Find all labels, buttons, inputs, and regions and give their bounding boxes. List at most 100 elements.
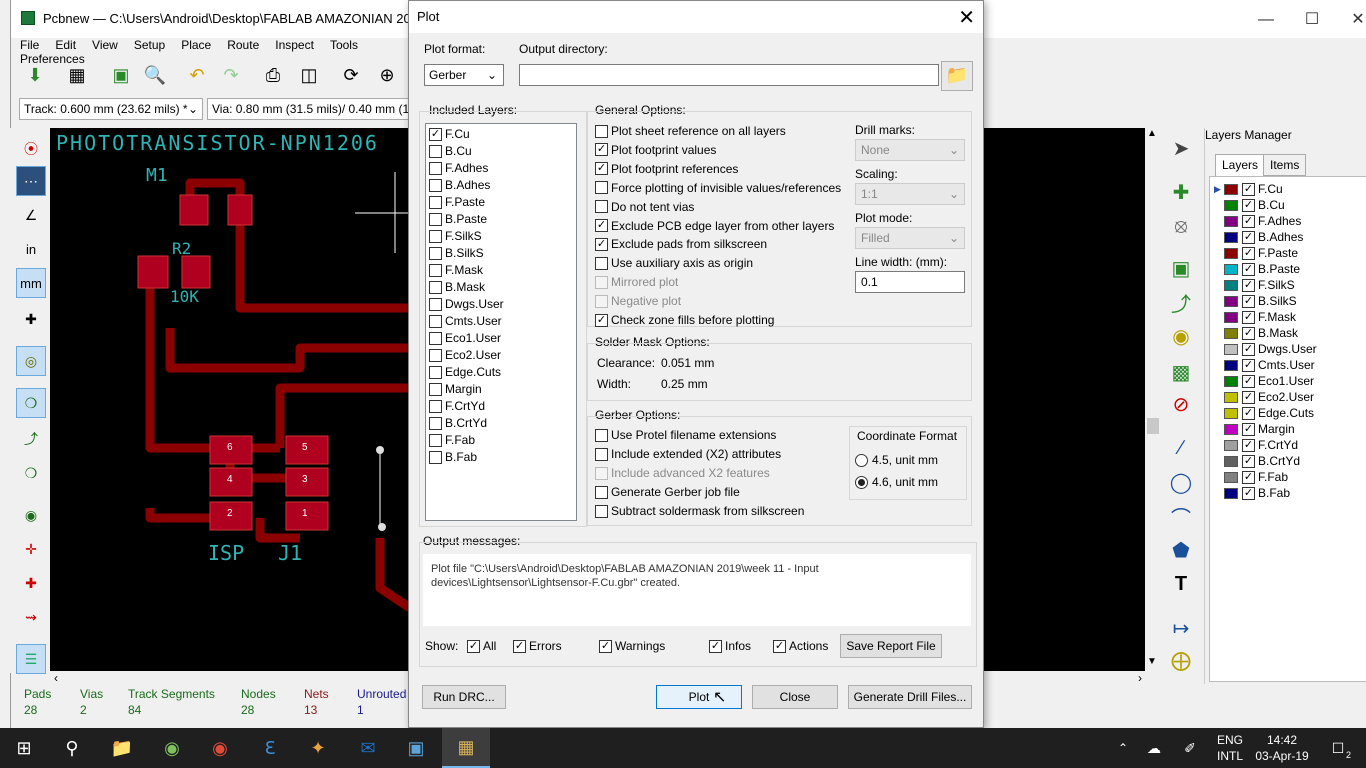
checkbox-checked[interactable]: ✓ [513, 639, 526, 653]
included-layer-item[interactable]: Eco2.User [429, 348, 501, 362]
place-origin-icon[interactable]: ⨁ [1165, 644, 1197, 676]
checkbox[interactable] [429, 450, 442, 464]
select-arrow-icon[interactable]: ➤ [1165, 132, 1197, 164]
close-icon[interactable]: ✕ [958, 5, 975, 30]
globe-app-icon[interactable]: ◉ [148, 728, 196, 768]
included-layer-item[interactable]: B.Fab [429, 450, 477, 464]
tab-layers[interactable]: Layers [1215, 154, 1266, 176]
menu-inspect[interactable]: Inspect [275, 38, 314, 52]
highcontrast-icon[interactable]: ✚ [16, 568, 46, 598]
show-ratsnest-icon[interactable]: ◎ [16, 346, 46, 376]
general-option[interactable]: Use auxiliary axis as origin [595, 256, 753, 270]
checkbox[interactable] [429, 297, 442, 311]
chrome-icon[interactable]: ◉ [196, 728, 244, 768]
checkbox-checked[interactable]: ✓ [429, 127, 442, 141]
layer-color-swatch[interactable] [1224, 455, 1238, 467]
checkbox-checked[interactable]: ✓ [773, 639, 786, 653]
general-option[interactable]: Plot sheet reference on all layers [595, 124, 786, 138]
plot-mode-select[interactable]: Filled ⌄ [855, 227, 965, 249]
local-ratsnest-icon[interactable]: ⦻ [1165, 210, 1197, 242]
save-board-icon[interactable]: ⬇ [21, 61, 49, 89]
layer-color-swatch[interactable] [1224, 231, 1238, 243]
included-layer-item[interactable]: B.Paste [429, 212, 487, 226]
checkbox[interactable] [429, 433, 442, 447]
included-layer-item[interactable]: ✓ F.Cu [429, 127, 470, 141]
checkbox[interactable] [595, 256, 608, 270]
checkbox[interactable] [429, 212, 442, 226]
vertical-scrollbar[interactable]: ▲ ▼ [1146, 128, 1160, 671]
show-vias-icon[interactable]: ❍ [16, 458, 46, 488]
menu-tools[interactable]: Tools [330, 38, 358, 52]
outlook-icon[interactable]: ✉ [344, 728, 392, 768]
checkbox-checked[interactable]: ✓ [1242, 486, 1255, 500]
checkbox[interactable] [429, 246, 442, 260]
checkbox[interactable] [429, 195, 442, 209]
layer-color-swatch[interactable] [1224, 439, 1238, 451]
general-option[interactable]: Force plotting of invisible values/refer… [595, 181, 841, 195]
layer-color-swatch[interactable] [1224, 247, 1238, 259]
checkbox[interactable] [429, 348, 442, 362]
layer-color-swatch[interactable] [1224, 199, 1238, 211]
via-size-select[interactable]: Via: 0.80 mm (31.5 mils)/ 0.40 mm (15 [207, 98, 419, 120]
file-explorer-icon[interactable]: 📁 [98, 728, 146, 768]
checkbox[interactable] [429, 314, 442, 328]
add-via-icon[interactable]: ◉ [1165, 320, 1197, 352]
menu-file[interactable]: File [20, 38, 39, 52]
checkbox[interactable] [429, 263, 442, 277]
checkbox-checked[interactable]: ✓ [1242, 326, 1255, 340]
gerber-option[interactable]: Include extended (X2) attributes [595, 447, 781, 461]
checkbox-checked[interactable]: ✓ [1242, 278, 1255, 292]
pen-icon[interactable]: ✐ [1170, 728, 1210, 768]
included-layer-item[interactable]: F.SilkS [429, 229, 482, 243]
plot-button[interactable]: Plot [656, 685, 742, 709]
checkbox-checked[interactable]: ✓ [1242, 406, 1255, 420]
layer-color-swatch[interactable] [1224, 487, 1238, 499]
output-directory-input[interactable] [519, 64, 939, 86]
checkbox[interactable] [429, 161, 442, 175]
radio-selected[interactable] [855, 475, 868, 489]
checkbox[interactable] [595, 466, 608, 480]
included-layer-item[interactable]: B.Adhes [429, 178, 490, 192]
gerber-option[interactable]: Subtract soldermask from silkscreen [595, 504, 804, 518]
show-pads-sketch-icon[interactable]: ❍ [16, 388, 46, 418]
layer-row[interactable]: ✓ B.CrtYd [1214, 453, 1300, 469]
add-dimension-icon[interactable]: ↦ [1165, 612, 1197, 644]
checkbox[interactable] [595, 124, 608, 138]
layer-row[interactable]: ✓ Edge.Cuts [1214, 405, 1314, 421]
checkbox[interactable] [595, 275, 608, 289]
checkbox-checked[interactable]: ✓ [595, 219, 608, 232]
general-option[interactable]: ✓ Exclude PCB edge layer from other layer… [595, 219, 834, 233]
checkbox-checked[interactable]: ✓ [1242, 294, 1255, 308]
layer-row[interactable]: ✓ B.Adhes [1214, 229, 1303, 245]
checkbox-checked[interactable]: ✓ [1242, 374, 1255, 388]
zoom-in-icon[interactable]: ⊕ [373, 61, 401, 89]
checkbox[interactable] [595, 485, 608, 499]
scaling-select[interactable]: 1:1 ⌄ [855, 183, 965, 205]
drc-off-icon[interactable]: ⦿ [16, 134, 46, 164]
included-layer-item[interactable]: F.Mask [429, 263, 483, 277]
checkbox-checked[interactable]: ✓ [1242, 246, 1255, 260]
search-icon[interactable]: ⚲ [48, 728, 96, 768]
polar-coords-icon[interactable]: ∠ [16, 200, 46, 230]
line-width-input[interactable]: 0.1 [855, 271, 965, 293]
menu-view[interactable]: View [92, 38, 118, 52]
checkbox[interactable] [429, 382, 442, 396]
highlight-net-icon[interactable]: ✚ [1165, 176, 1197, 208]
checkbox-checked[interactable]: ✓ [595, 237, 608, 251]
included-layer-item[interactable]: Eco1.User [429, 331, 501, 345]
track-width-select[interactable]: Track: 0.600 mm (23.62 mils) * ⌄ [19, 98, 203, 120]
layer-row[interactable]: ✓ F.Mask [1214, 309, 1296, 325]
kicad-taskbar-icon[interactable]: ▦ [442, 728, 490, 768]
coordinate-format-radio[interactable]: 4.6, unit mm [855, 475, 938, 489]
show-filter-errors[interactable]: ✓ Errors [513, 639, 562, 653]
layer-row[interactable]: ✓ Cmts.User [1214, 357, 1315, 373]
checkbox-checked[interactable]: ✓ [1242, 438, 1255, 452]
checkbox-checked[interactable]: ✓ [1242, 422, 1255, 436]
redo-icon[interactable]: ↷ [217, 61, 245, 89]
layer-color-swatch[interactable] [1224, 375, 1238, 387]
checkbox-checked[interactable]: ✓ [467, 639, 480, 653]
show-filter-warnings[interactable]: ✓ Warnings [599, 639, 665, 653]
tab-items[interactable]: Items [1263, 154, 1307, 176]
layer-row[interactable]: ✓ Eco1.User [1214, 373, 1314, 389]
checkbox-checked[interactable]: ✓ [1242, 310, 1255, 324]
